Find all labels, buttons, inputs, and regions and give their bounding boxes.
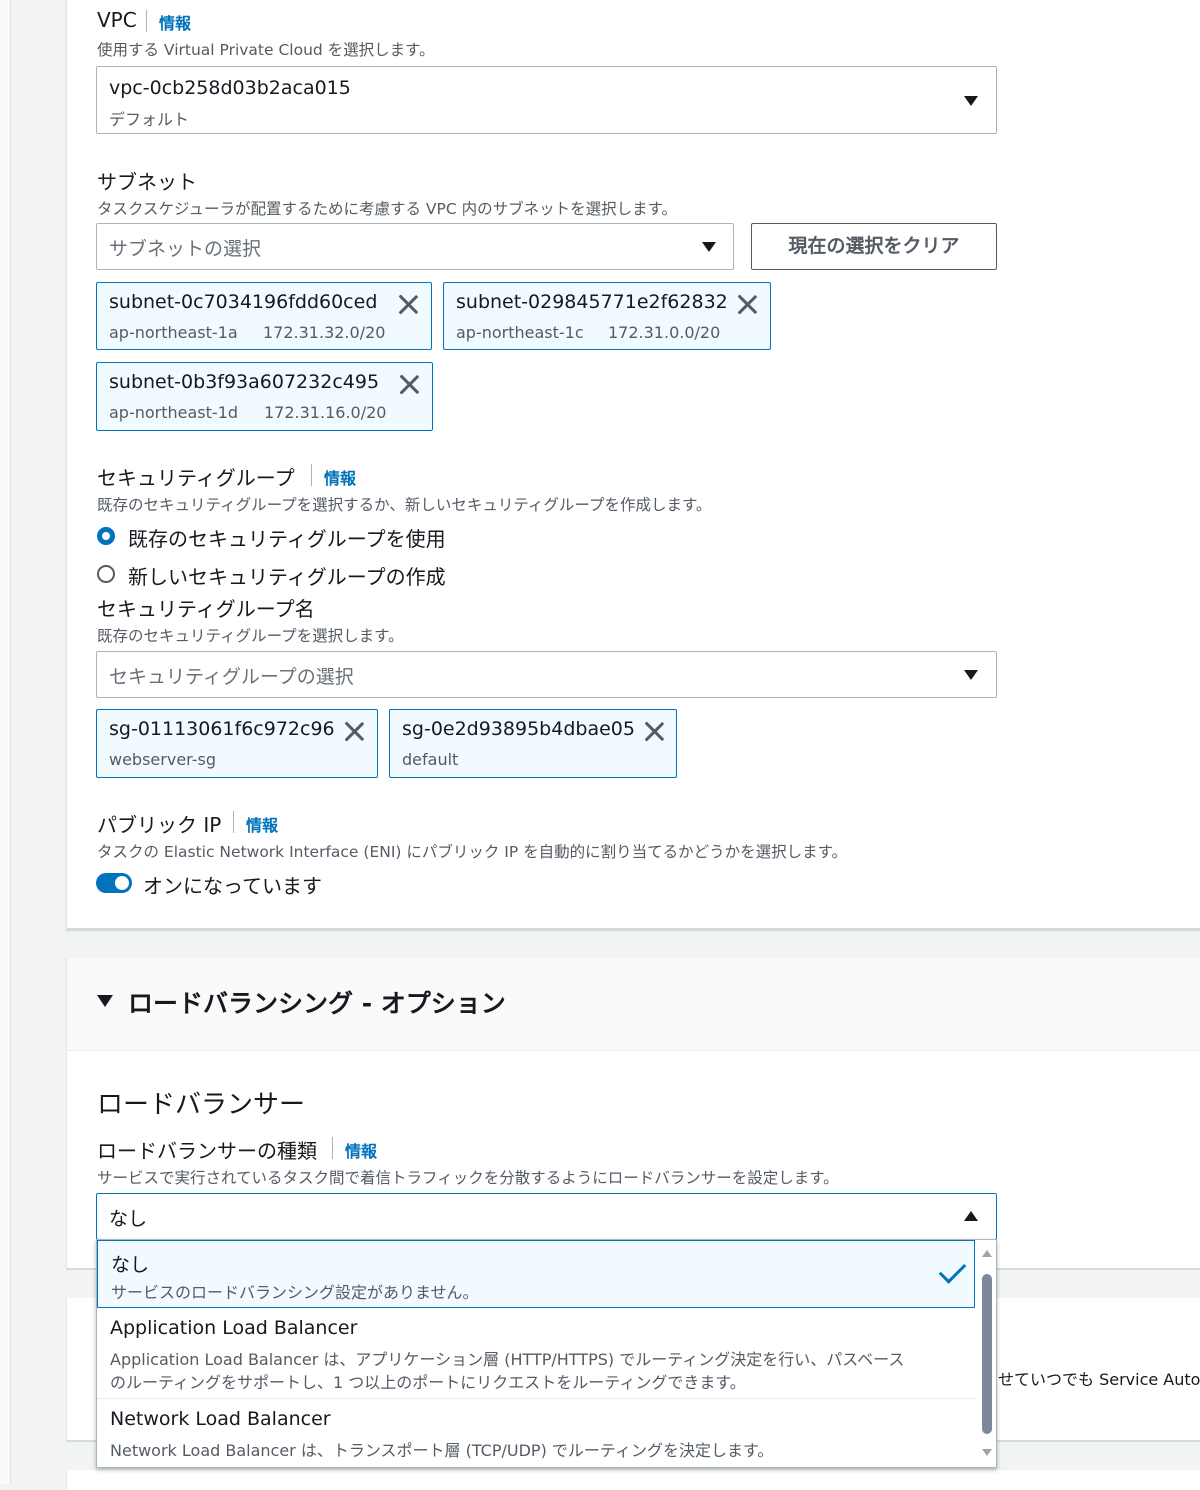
public-ip-toggle-label: オンになっています	[143, 874, 322, 898]
caret-down-icon	[964, 96, 978, 106]
load-balancing-section-title[interactable]: ロードバランシング - オプション	[128, 984, 506, 1020]
security-group-description: 既存のセキュリティグループを選択するか、新しいセキュリティグループを作成します。	[97, 496, 712, 514]
public-ip-toggle[interactable]	[96, 873, 132, 893]
sg-token-id: sg-01113061f6c972c96	[109, 718, 335, 740]
caret-up-icon	[964, 1211, 978, 1221]
vpc-description: 使用する Virtual Private Cloud を選択します。	[97, 41, 435, 59]
lb-type-selected: なし	[109, 1208, 148, 1230]
vpc-select[interactable]: vpc-0cb258d03b2aca015 デフォルト	[96, 66, 997, 134]
close-icon[interactable]	[643, 720, 665, 742]
subnet-token-id: subnet-0b3f93a607232c495	[109, 371, 380, 393]
subnet-token-az: ap-northeast-1c	[456, 323, 584, 342]
subnet-token: subnet-029845771e2f62832 ap-northeast-1c…	[443, 282, 771, 350]
security-group-label: セキュリティグループ	[97, 466, 295, 490]
security-group-placeholder: セキュリティグループの選択	[109, 666, 354, 688]
lb-type-info-link[interactable]: 情報	[345, 1138, 377, 1162]
security-group-name-description: 既存のセキュリティグループを選択します。	[97, 627, 404, 645]
sg-token-id: sg-0e2d93895b4dbae05	[402, 718, 635, 740]
vpc-selected-id: vpc-0cb258d03b2aca015	[109, 77, 351, 99]
option-description-line2: のルーティングをサポートし、1 つ以上のポートにリクエストをルーティングできます…	[110, 1373, 746, 1392]
lb-option-nlb[interactable]: Network Load Balancer Network Load Balan…	[97, 1398, 975, 1467]
lb-type-select[interactable]: なし	[96, 1193, 997, 1240]
subnet-token-az: ap-northeast-1a	[109, 323, 238, 342]
option-description: Application Load Balancer は、アプリケーション層 (H…	[110, 1350, 905, 1369]
divider	[332, 1137, 333, 1159]
radio-new-sg-label[interactable]: 新しいセキュリティグループの作成	[128, 561, 446, 590]
option-title: なし	[111, 1254, 150, 1276]
divider	[233, 811, 234, 833]
lb-option-alb[interactable]: Application Load Balancer Application Lo…	[97, 1308, 975, 1399]
security-group-select[interactable]: セキュリティグループの選択	[96, 651, 997, 698]
close-icon[interactable]	[736, 293, 758, 315]
public-ip-label: パブリック IP	[97, 813, 222, 837]
lb-option-none[interactable]: なし サービスのロードバランシング設定がありません。	[97, 1240, 975, 1308]
radio-new-sg[interactable]	[97, 565, 115, 583]
subnet-token-az: ap-northeast-1d	[109, 403, 239, 422]
option-description: Network Load Balancer は、トランスポート層 (TCP/UD…	[110, 1441, 774, 1460]
sg-token-name: webserver-sg	[109, 750, 216, 769]
radio-existing-sg[interactable]	[97, 527, 115, 545]
subnet-token-id: subnet-029845771e2f62832	[456, 291, 728, 313]
left-nav-strip	[0, 0, 11, 1484]
subnet-token-cidr: 172.31.16.0/20	[264, 403, 387, 422]
lb-type-description: サービスで実行されているタスク間で着信トラフィックを分散するようにロードバランサ…	[97, 1169, 839, 1187]
load-balancer-heading: ロードバランサー	[97, 1090, 306, 1120]
subnet-token-id: subnet-0c7034196fdd60ced	[109, 291, 378, 313]
close-icon[interactable]	[397, 293, 419, 315]
option-title: Network Load Balancer	[110, 1408, 331, 1430]
subnet-placeholder: サブネットの選択	[109, 238, 262, 260]
radio-existing-sg-label[interactable]: 既存のセキュリティグループを使用	[128, 523, 446, 552]
subnet-select[interactable]: サブネットの選択	[96, 223, 734, 270]
scroll-down-icon[interactable]	[982, 1449, 992, 1456]
scrollbar-thumb[interactable]	[982, 1274, 992, 1434]
clear-selection-button[interactable]: 現在の選択をクリア	[751, 223, 997, 270]
sg-token: sg-01113061f6c972c96 webserver-sg	[96, 709, 378, 778]
close-icon[interactable]	[398, 373, 420, 395]
lb-type-label: ロードバランサーの種類	[97, 1139, 317, 1163]
vpc-info-link[interactable]: 情報	[159, 10, 191, 34]
security-group-info-link[interactable]: 情報	[324, 465, 356, 489]
toggle-knob	[115, 876, 129, 890]
vpc-selected-sub: デフォルト	[109, 110, 190, 129]
caret-down-icon[interactable]	[97, 995, 113, 1007]
sg-token-name: default	[402, 750, 459, 769]
subnet-description: タスクスケジューラが配置するために考慮する VPC 内のサブネットを選択します。	[97, 200, 678, 218]
subnet-token-cidr: 172.31.0.0/20	[608, 323, 721, 342]
security-group-name-label: セキュリティグループ名	[97, 597, 315, 621]
subnet-token-cidr: 172.31.32.0/20	[263, 323, 386, 342]
option-title: Application Load Balancer	[110, 1317, 358, 1339]
option-description: サービスのロードバランシング設定がありません。	[111, 1283, 479, 1302]
subnet-label: サブネット	[97, 170, 197, 194]
subnet-token: subnet-0c7034196fdd60ced ap-northeast-1a…	[96, 282, 432, 350]
lb-type-dropdown: なし サービスのロードバランシング設定がありません。 Application L…	[96, 1239, 997, 1468]
subnet-token: subnet-0b3f93a607232c495 ap-northeast-1d…	[96, 362, 433, 431]
scroll-up-icon[interactable]	[982, 1250, 992, 1257]
vpc-label: VPC	[97, 8, 137, 32]
caret-down-icon	[964, 670, 978, 680]
divider	[311, 464, 312, 486]
caret-down-icon	[702, 242, 716, 252]
divider	[146, 10, 147, 32]
sg-token: sg-0e2d93895b4dbae05 default	[389, 709, 677, 778]
partial-text: せていつでも Service Auto	[998, 1370, 1200, 1389]
next-panel-2	[66, 1470, 1200, 1490]
public-ip-description: タスクの Elastic Network Interface (ENI) にパブ…	[97, 843, 848, 861]
check-icon	[938, 1256, 967, 1284]
close-icon[interactable]	[343, 720, 365, 742]
public-ip-info-link[interactable]: 情報	[246, 812, 278, 836]
dropdown-scrollbar[interactable]	[980, 1246, 994, 1462]
